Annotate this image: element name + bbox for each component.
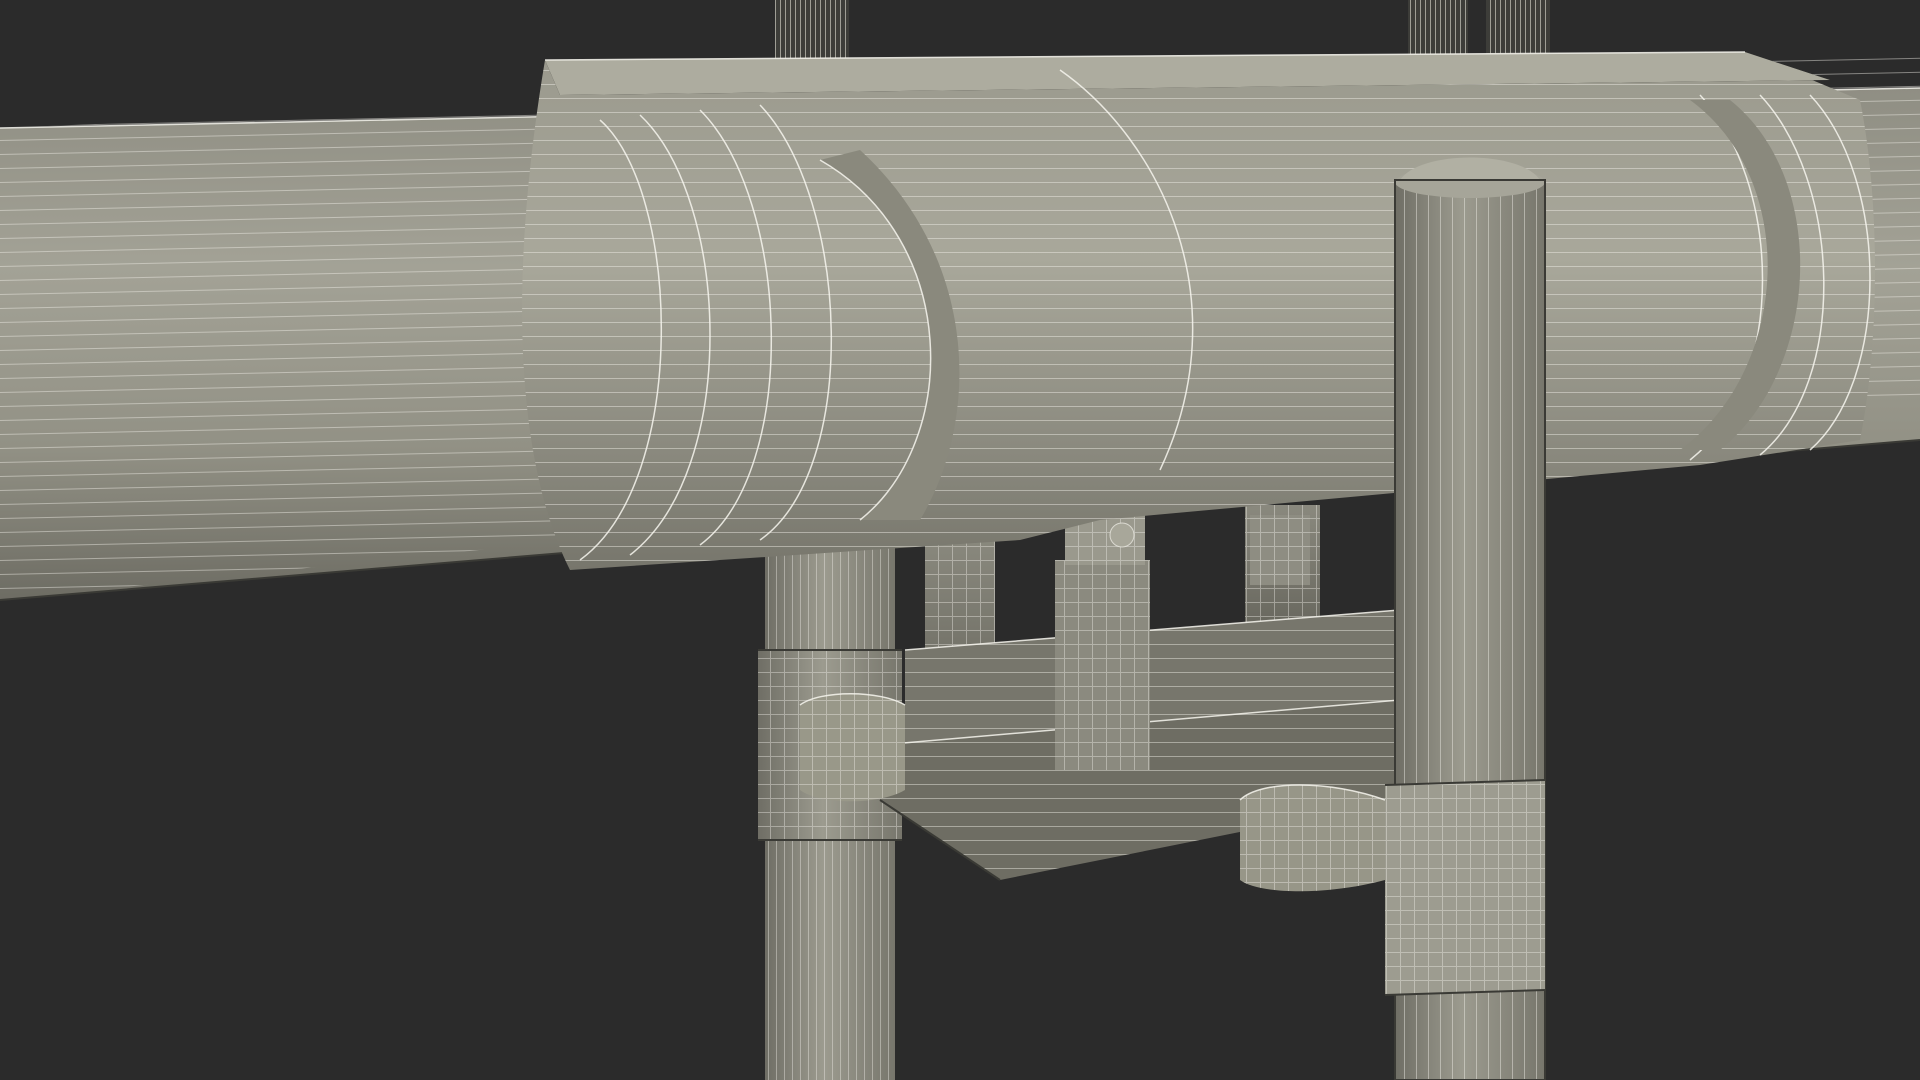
pipe-support-wireframe-render bbox=[0, 0, 1920, 1080]
front-pipe-clamp bbox=[1239, 784, 1386, 892]
front-support-column bbox=[1384, 157, 1546, 1080]
rear-pipe-clamp bbox=[799, 693, 906, 802]
